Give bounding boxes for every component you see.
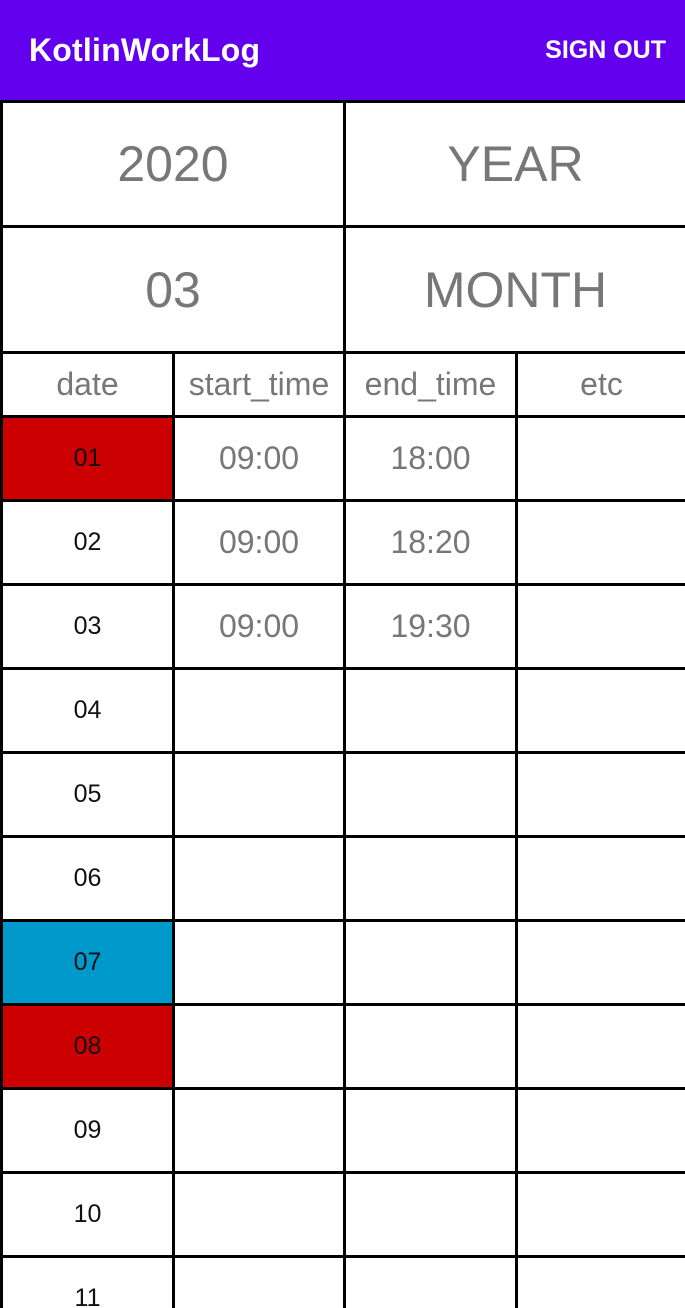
year-label: YEAR xyxy=(343,100,685,228)
etc-cell[interactable] xyxy=(515,1087,685,1174)
end-time-cell[interactable] xyxy=(343,1255,518,1308)
column-header-date: date xyxy=(0,351,175,418)
month-value-field[interactable]: 03 xyxy=(0,225,346,354)
start-time-cell[interactable]: 09:00 xyxy=(172,583,346,670)
end-time-cell[interactable] xyxy=(343,1087,518,1174)
end-time-cell[interactable] xyxy=(343,919,518,1006)
etc-cell[interactable] xyxy=(515,1171,685,1258)
etc-cell[interactable] xyxy=(515,1003,685,1090)
start-time-cell[interactable] xyxy=(172,1003,346,1090)
end-time-cell[interactable]: 19:30 xyxy=(343,583,518,670)
date-cell: 05 xyxy=(0,751,175,838)
end-time-cell[interactable] xyxy=(343,1171,518,1258)
etc-cell[interactable] xyxy=(515,835,685,922)
start-time-cell[interactable] xyxy=(172,919,346,1006)
etc-cell[interactable] xyxy=(515,919,685,1006)
date-cell: 11 xyxy=(0,1255,175,1308)
column-header-start-time: start_time xyxy=(172,351,346,418)
end-time-cell[interactable] xyxy=(343,751,518,838)
etc-cell[interactable] xyxy=(515,415,685,502)
start-time-cell[interactable] xyxy=(172,835,346,922)
start-time-cell[interactable] xyxy=(172,751,346,838)
etc-cell[interactable] xyxy=(515,667,685,754)
year-value-field[interactable]: 2020 xyxy=(0,100,346,228)
date-cell: 06 xyxy=(0,835,175,922)
end-time-cell[interactable] xyxy=(343,667,518,754)
app-title: KotlinWorkLog xyxy=(29,32,261,68)
end-time-cell[interactable]: 18:00 xyxy=(343,415,518,502)
date-cell: 04 xyxy=(0,667,175,754)
etc-cell[interactable] xyxy=(515,751,685,838)
start-time-cell[interactable]: 09:00 xyxy=(172,499,346,586)
etc-cell[interactable] xyxy=(515,499,685,586)
sign-out-button[interactable]: SIGN OUT xyxy=(545,0,666,100)
app-root: KotlinWorkLog SIGN OUT 2020 YEAR 03 MONT… xyxy=(0,0,685,1308)
etc-cell[interactable] xyxy=(515,583,685,670)
start-time-cell[interactable] xyxy=(172,1255,346,1308)
date-cell: 01 xyxy=(0,415,175,502)
end-time-cell[interactable] xyxy=(343,1003,518,1090)
date-cell: 07 xyxy=(0,919,175,1006)
date-cell: 09 xyxy=(0,1087,175,1174)
app-bar: KotlinWorkLog SIGN OUT xyxy=(0,0,685,100)
start-time-cell[interactable] xyxy=(172,1087,346,1174)
date-cell: 08 xyxy=(0,1003,175,1090)
date-cell: 02 xyxy=(0,499,175,586)
start-time-cell[interactable] xyxy=(172,667,346,754)
start-time-cell[interactable]: 09:00 xyxy=(172,415,346,502)
date-cell: 03 xyxy=(0,583,175,670)
date-cell: 10 xyxy=(0,1171,175,1258)
end-time-cell[interactable]: 18:20 xyxy=(343,499,518,586)
end-time-cell[interactable] xyxy=(343,835,518,922)
etc-cell[interactable] xyxy=(515,1255,685,1308)
month-label: MONTH xyxy=(343,225,685,354)
start-time-cell[interactable] xyxy=(172,1171,346,1258)
column-header-end-time: end_time xyxy=(343,351,518,418)
column-header-etc: etc xyxy=(515,351,685,418)
